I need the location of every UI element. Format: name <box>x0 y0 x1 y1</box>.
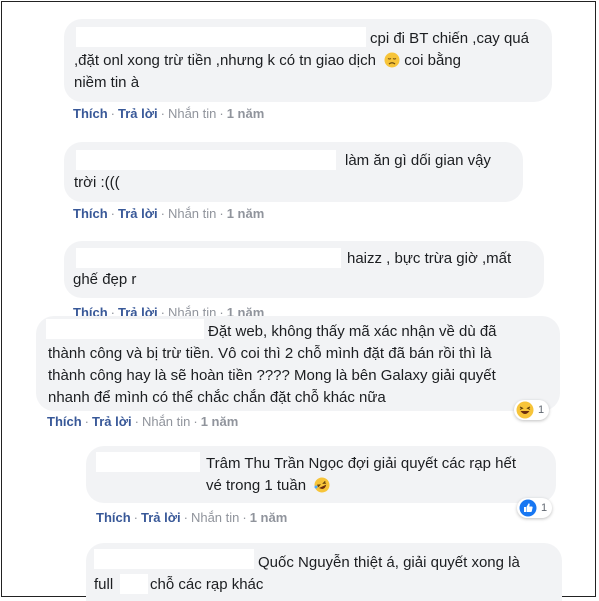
comment-text: làm ăn gì dối gian vậy <box>345 152 491 169</box>
like-link[interactable]: Thích <box>73 206 108 221</box>
comment-text: vé trong 1 tuần <box>206 475 330 499</box>
comment-text: trời :((( <box>74 174 120 191</box>
redacted-author <box>76 150 336 170</box>
comment-text: haizz , bực trừa giờ ,mất <box>347 250 512 267</box>
comment-bubble: làm ăn gì dối gian vậy trời :((( <box>64 142 523 202</box>
message-link[interactable]: Nhắn tin <box>142 414 190 429</box>
like-link[interactable]: Thích <box>47 414 82 429</box>
reply-bubble: Trâm Thu Trần Ngọc đợi giải quyết các rạ… <box>86 446 556 503</box>
comment-bubble: Đặt web, không thấy mã xác nhận về dù đã… <box>36 316 560 411</box>
reply-link[interactable]: Trả lời <box>141 510 181 525</box>
redacted-mention <box>120 574 148 594</box>
reply-bubble: Quốc Nguyễn thiệt á, giải quyết xong là … <box>86 543 562 601</box>
comment-text: ,đặt onl xong trừ tiền ,nhưng k có tn gi… <box>74 50 461 74</box>
comment-text: thành công hay là sẽ hoàn tiền ???? Mong… <box>48 367 496 384</box>
reply-link[interactable]: Trả lời <box>118 106 158 121</box>
comment-text: Quốc Nguyễn thiệt á, giải quyết xong là <box>258 554 520 571</box>
redacted-author <box>94 549 254 569</box>
redacted-author <box>76 248 341 268</box>
reply-link[interactable]: Trả lời <box>92 414 132 429</box>
redacted-author <box>96 452 200 472</box>
disappointed-face-icon <box>384 52 400 74</box>
reaction-count: 1 <box>538 404 545 416</box>
haha-reaction-icon <box>516 401 534 419</box>
redacted-author <box>46 319 204 339</box>
like-link[interactable]: Thích <box>73 106 108 121</box>
message-link[interactable]: Nhắn tin <box>168 206 216 221</box>
reply-link[interactable]: Trả lời <box>118 206 158 221</box>
comment-bubble: haizz , bực trừa giờ ,mất ghế đẹp r <box>64 241 544 298</box>
comment-actions: Thích · Trả lời · Nhắn tin · 1 năm <box>96 510 288 525</box>
comment-text: nhanh để mình có thể chắc chắn đặt chỗ k… <box>48 389 386 406</box>
comment-timestamp[interactable]: 1 năm <box>201 414 239 429</box>
comment-text: ghế đẹp r <box>73 271 137 288</box>
like-reaction-icon <box>519 499 537 517</box>
comment-text: niềm tin à <box>74 74 140 91</box>
screenshot-frame: cpi đi BT chiến ,cay quá ,đặt onl xong t… <box>1 1 596 601</box>
message-link[interactable]: Nhắn tin <box>191 510 239 525</box>
comment-text: chỗ các rạp khác <box>150 576 264 593</box>
comment-text: cpi đi BT chiến ,cay quá <box>370 30 529 47</box>
comment-timestamp[interactable]: 1 năm <box>250 510 288 525</box>
reaction-badge[interactable]: 1 <box>517 498 553 518</box>
comment-timestamp[interactable]: 1 năm <box>227 206 265 221</box>
redacted-author <box>76 27 366 47</box>
like-link[interactable]: Thích <box>96 510 131 525</box>
reaction-count: 1 <box>541 502 548 514</box>
comment-text: full <box>94 576 114 593</box>
comment-timestamp[interactable]: 1 năm <box>227 106 265 121</box>
comment-actions: Thích · Trả lời · Nhắn tin · 1 năm <box>73 206 265 221</box>
comment-text: Đặt web, không thấy mã xác nhận về dù đã <box>208 323 497 340</box>
message-link[interactable]: Nhắn tin <box>168 106 216 121</box>
comment-bubble: cpi đi BT chiến ,cay quá ,đặt onl xong t… <box>64 19 552 102</box>
rofl-face-icon <box>314 477 330 499</box>
reaction-badge[interactable]: 1 <box>514 400 550 420</box>
comment-text: Trâm Thu Trần Ngọc đợi giải quyết các rạ… <box>206 455 516 472</box>
comment-text: thành công và bị trừ tiền. Vô coi thì 2 … <box>48 345 492 362</box>
comment-actions: Thích · Trả lời · Nhắn tin · 1 năm <box>73 106 265 121</box>
comment-actions: Thích · Trả lời · Nhắn tin · 1 năm <box>47 414 239 429</box>
